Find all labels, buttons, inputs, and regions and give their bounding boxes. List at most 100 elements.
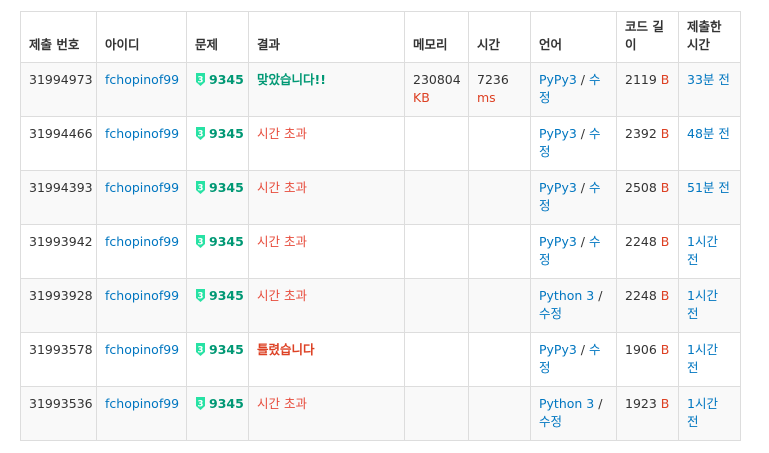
problem-link[interactable]: 3 9345 xyxy=(195,234,244,249)
submission-id: 31994973 xyxy=(20,62,97,117)
submission-id: 31993942 xyxy=(20,224,97,279)
code-length-unit: B xyxy=(660,288,670,303)
language-link[interactable]: PyPy3 xyxy=(539,72,577,87)
tier-badge-icon: 3 xyxy=(196,397,205,410)
problem-cell: 3 9345 xyxy=(186,386,249,441)
time-cell xyxy=(468,170,531,225)
tier-digit: 3 xyxy=(198,237,204,247)
problem-link[interactable]: 3 9345 xyxy=(195,180,244,195)
submitted-time-link[interactable]: 1시간 전 xyxy=(687,342,718,375)
problem-cell: 3 9345 xyxy=(186,332,249,387)
submission-id-text: 31994466 xyxy=(29,126,93,141)
memory-value: 230804 xyxy=(413,72,461,87)
time-cell xyxy=(468,224,531,279)
edit-link[interactable]: 수정 xyxy=(539,306,562,321)
code-length-unit: B xyxy=(660,396,670,411)
code-length-value: 2119 xyxy=(625,72,657,87)
submitted-time-link[interactable]: 1시간 전 xyxy=(687,288,718,321)
language-cell: PyPy3 / 수정 xyxy=(530,170,617,225)
header-time: 시간 xyxy=(468,11,531,63)
memory-cell xyxy=(404,278,469,333)
tier-badge-icon: 3 xyxy=(196,343,205,356)
submission-id: 31993928 xyxy=(20,278,97,333)
submitted-time-link[interactable]: 51분 전 xyxy=(687,180,730,195)
time-unit: ms xyxy=(477,90,496,105)
problem-link[interactable]: 3 9345 xyxy=(195,396,244,411)
result-text: 시간 초과 xyxy=(257,288,307,303)
submitted-cell: 51분 전 xyxy=(678,170,741,225)
table-row: 31994466 fchopinof99 3 9345 시간 초과 PyPy3 /… xyxy=(20,116,741,171)
result-text: 시간 초과 xyxy=(257,180,307,195)
language-link[interactable]: PyPy3 xyxy=(539,234,577,249)
user-link[interactable]: fchopinof99 xyxy=(105,234,179,249)
code-length-unit: B xyxy=(660,234,670,249)
time-value: 7236 xyxy=(477,72,509,87)
memory-cell xyxy=(404,224,469,279)
user-link[interactable]: fchopinof99 xyxy=(105,126,179,141)
result-text: 시간 초과 xyxy=(257,126,307,141)
submission-id: 31994466 xyxy=(20,116,97,171)
memory-unit: KB xyxy=(413,90,430,105)
memory-cell: 230804 KB xyxy=(404,62,469,117)
tier-digit: 3 xyxy=(198,291,204,301)
tier-badge-icon: 3 xyxy=(196,289,205,302)
tier-digit: 3 xyxy=(198,75,204,85)
code-length-value: 2392 xyxy=(625,126,657,141)
problem-cell: 3 9345 xyxy=(186,170,249,225)
submitted-time-link[interactable]: 1시간 전 xyxy=(687,234,718,267)
header-problem: 문제 xyxy=(186,11,249,63)
user-link[interactable]: fchopinof99 xyxy=(105,288,179,303)
language-cell: PyPy3 / 수정 xyxy=(530,116,617,171)
submitted-time-link[interactable]: 48분 전 xyxy=(687,126,730,141)
problem-cell: 3 9345 xyxy=(186,278,249,333)
submitted-time-link[interactable]: 33분 전 xyxy=(687,72,730,87)
user-cell: fchopinof99 xyxy=(96,386,187,441)
tier-digit: 3 xyxy=(198,129,204,139)
time-cell xyxy=(468,332,531,387)
result-cell: 맞았습니다!! xyxy=(248,62,405,117)
language-link[interactable]: Python 3 xyxy=(539,396,594,411)
problem-number: 9345 xyxy=(209,288,244,303)
result-cell: 시간 초과 xyxy=(248,278,405,333)
problem-link[interactable]: 3 9345 xyxy=(195,342,244,357)
language-cell: PyPy3 / 수정 xyxy=(530,332,617,387)
user-cell: fchopinof99 xyxy=(96,332,187,387)
table-row: 31994393 fchopinof99 3 9345 시간 초과 PyPy3 /… xyxy=(20,170,741,225)
result-text: 맞았습니다!! xyxy=(257,72,326,87)
separator: / xyxy=(576,126,589,141)
submission-id-text: 31994393 xyxy=(29,180,93,195)
language-link[interactable]: PyPy3 xyxy=(539,342,577,357)
user-cell: fchopinof99 xyxy=(96,62,187,117)
user-link[interactable]: fchopinof99 xyxy=(105,396,179,411)
table-row: 31993928 fchopinof99 3 9345 시간 초과 Python … xyxy=(20,278,741,333)
submission-id-text: 31993928 xyxy=(29,288,93,303)
result-cell: 시간 초과 xyxy=(248,224,405,279)
edit-link[interactable]: 수정 xyxy=(539,414,562,429)
user-cell: fchopinof99 xyxy=(96,116,187,171)
submission-id-text: 31993578 xyxy=(29,342,93,357)
code-length-value: 1923 xyxy=(625,396,657,411)
separator: / xyxy=(594,288,603,303)
code-length-value: 1906 xyxy=(625,342,657,357)
language-link[interactable]: PyPy3 xyxy=(539,180,577,195)
result-cell: 시간 초과 xyxy=(248,386,405,441)
code-length-unit: B xyxy=(660,72,670,87)
code-length-cell: 1923 B xyxy=(616,386,679,441)
problem-number: 9345 xyxy=(209,126,244,141)
user-link[interactable]: fchopinof99 xyxy=(105,180,179,195)
language-link[interactable]: Python 3 xyxy=(539,288,594,303)
submission-id-text: 31993942 xyxy=(29,234,93,249)
problem-link[interactable]: 3 9345 xyxy=(195,288,244,303)
tier-digit: 3 xyxy=(198,183,204,193)
problem-link[interactable]: 3 9345 xyxy=(195,126,244,141)
result-cell: 시간 초과 xyxy=(248,170,405,225)
problem-link[interactable]: 3 9345 xyxy=(195,72,244,87)
submitted-time-link[interactable]: 1시간 전 xyxy=(687,396,718,429)
problem-cell: 3 9345 xyxy=(186,62,249,117)
user-link[interactable]: fchopinof99 xyxy=(105,72,179,87)
user-link[interactable]: fchopinof99 xyxy=(105,342,179,357)
language-link[interactable]: PyPy3 xyxy=(539,126,577,141)
code-length-value: 2248 xyxy=(625,234,657,249)
header-code-length: 코드 길이 xyxy=(616,11,679,63)
problem-number: 9345 xyxy=(209,234,244,249)
